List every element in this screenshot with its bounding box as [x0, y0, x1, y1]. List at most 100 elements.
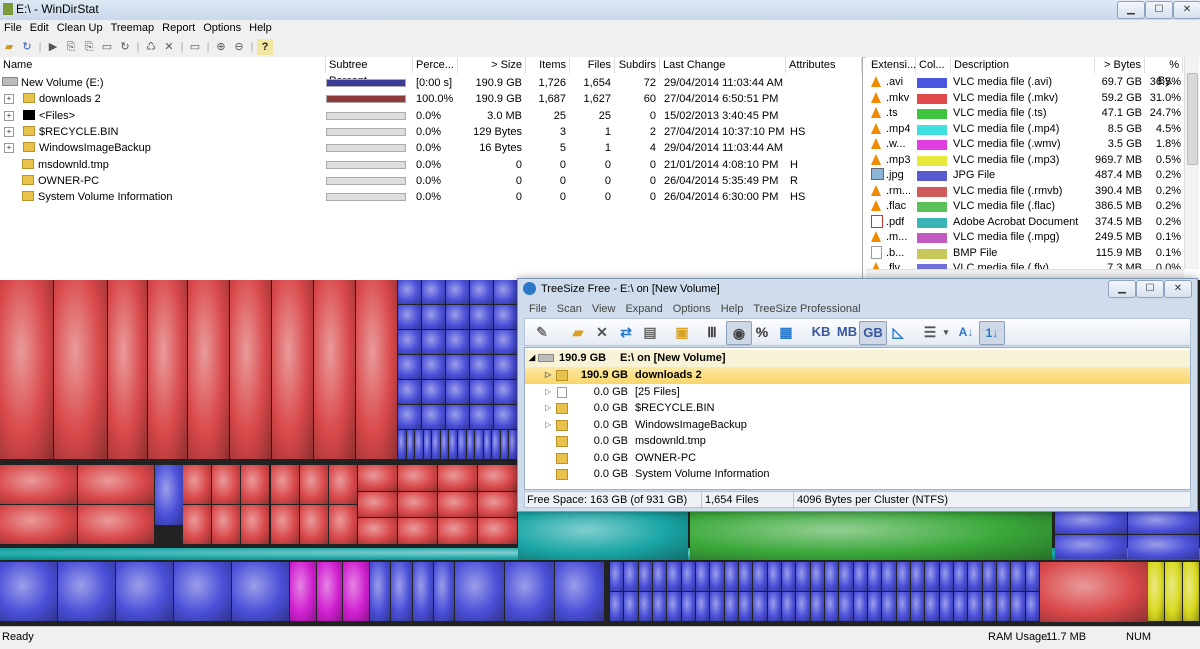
recycle-icon[interactable]: ♺ [143, 39, 159, 55]
treemap-cell[interactable] [782, 562, 796, 591]
refresh-all-icon[interactable]: ↻ [117, 39, 133, 55]
treemap-cell[interactable] [478, 465, 517, 491]
treemap-cell[interactable] [470, 330, 493, 354]
expand-icon[interactable]: + [4, 126, 14, 137]
refresh-icon[interactable]: ↻ [19, 39, 35, 55]
col-items[interactable]: Items [526, 57, 570, 73]
treemap-cell[interactable] [753, 562, 767, 591]
treemap-cell[interactable] [1055, 535, 1127, 559]
grid-view-icon[interactable]: ▦ [775, 321, 797, 343]
treemap-cell[interactable] [398, 280, 421, 304]
treemap-cell[interactable] [710, 592, 724, 621]
treemap-cell[interactable] [710, 562, 724, 591]
ts-folder-row[interactable]: ▷ 0.0 GB WindowsImageBackup [525, 417, 1190, 434]
treemap-cell[interactable] [470, 305, 493, 329]
extension-row[interactable]: .avi VLC media file (.avi) 69.7 GB 36.5% [866, 75, 1182, 91]
treemap-cell[interactable] [398, 355, 421, 379]
treemap-cell[interactable] [183, 465, 212, 504]
treemap-cell[interactable] [518, 510, 688, 560]
vertical-scrollbar[interactable] [1184, 57, 1199, 269]
treemap-cell[interactable] [356, 280, 397, 459]
tree-row[interactable]: + downloads 2 100.0% 190.9 GB 1,687 1,627 60 27… [0, 91, 860, 107]
treemap-cell[interactable] [494, 305, 517, 329]
treemap-cell[interactable] [455, 562, 504, 621]
treemap-cell[interactable] [188, 280, 229, 459]
treemap-cell[interactable] [1127, 535, 1199, 559]
scrollbar-thumb[interactable] [1187, 73, 1198, 165]
treemap-cell[interactable] [954, 562, 968, 591]
treemap-cell[interactable] [412, 562, 433, 621]
col-bytes[interactable]: > Bytes [1095, 57, 1145, 73]
treemap-cell[interactable] [610, 562, 624, 591]
treemap-cell[interactable] [77, 505, 154, 544]
tree-row[interactable]: New Volume (E:) [0:00 s] 190.9 GB 1,726 1,65… [0, 75, 860, 91]
treemap-cell[interactable] [739, 592, 753, 621]
treemap-cell[interactable] [968, 592, 982, 621]
treemap-cell[interactable] [470, 380, 493, 404]
percent-view-icon[interactable]: % [753, 321, 771, 343]
treemap-cell[interactable] [696, 562, 710, 591]
treemap-cell[interactable] [1165, 562, 1182, 621]
treemap-cell[interactable] [868, 592, 882, 621]
ts-menu-help[interactable]: Help [716, 301, 749, 317]
menu-treemap[interactable]: Treemap [107, 20, 159, 37]
ts-root-row[interactable]: ◢ 190.9 GB E:\ on [New Volume] [525, 350, 1190, 367]
treemap-cell[interactable] [494, 280, 517, 304]
treemap-cell[interactable] [982, 592, 996, 621]
expand-arrow-icon[interactable]: ▷ [545, 384, 551, 401]
treemap-cell[interactable] [0, 465, 77, 504]
ts-menu-view[interactable]: View [587, 301, 621, 317]
treemap-cell[interactable] [108, 280, 147, 459]
treemap-cell[interactable] [446, 330, 469, 354]
treemap-cell[interactable] [478, 491, 517, 518]
treemap-cell[interactable] [494, 330, 517, 354]
treemap-cell[interactable] [483, 430, 492, 459]
treemap-cell[interactable] [997, 592, 1011, 621]
extension-row[interactable]: .jpg JPG File 487.4 MB 0.2% [866, 168, 1182, 184]
zoom-out-icon[interactable]: ⊖ [231, 39, 247, 55]
menu-help[interactable]: Help [245, 20, 276, 37]
treemap-cell[interactable] [1025, 562, 1039, 591]
treemap-cell[interactable] [810, 562, 824, 591]
treemap-cell[interactable] [155, 465, 183, 525]
treemap-cell[interactable] [982, 562, 996, 591]
bar-view-icon[interactable]: Ⅲ [701, 321, 723, 343]
treemap-cell[interactable] [690, 510, 1052, 560]
ts-menu-treesize-pro[interactable]: TreeSize Professional [748, 301, 865, 317]
treemap-cell[interactable] [724, 562, 738, 591]
play-icon[interactable]: ▶ [45, 39, 61, 55]
treemap-cell[interactable] [422, 330, 445, 354]
treemap-cell[interactable] [0, 505, 77, 544]
treemap-cell[interactable] [212, 465, 241, 504]
size-view-icon[interactable]: ◉ [726, 321, 752, 345]
treemap-cell[interactable] [446, 380, 469, 404]
treemap-cell[interactable] [767, 562, 781, 591]
treemap-cell[interactable] [1055, 510, 1127, 534]
col-files[interactable]: Files [570, 57, 615, 73]
treemap-cell[interactable] [316, 562, 343, 621]
treemap-cell[interactable] [681, 562, 695, 591]
treemap-cell[interactable] [1040, 562, 1148, 622]
treemap-cell[interactable] [241, 505, 270, 544]
treemap-cell[interactable] [796, 592, 810, 621]
tree-row[interactable]: System Volume Information 0.0% 0 0 0 0 26/04/2… [0, 189, 860, 205]
treemap-cell[interactable] [422, 305, 445, 329]
menu-file[interactable]: File [0, 20, 26, 37]
treemap-cell[interactable] [1011, 592, 1025, 621]
treemap-cell[interactable] [470, 280, 493, 304]
col-name[interactable]: Name [0, 57, 326, 73]
treemap-cell[interactable] [290, 562, 316, 621]
treemap-cell[interactable] [610, 592, 624, 621]
treemap-cell[interactable] [505, 562, 554, 621]
open-icon[interactable]: ▰ [1, 39, 17, 55]
extension-row[interactable]: .b... BMP File 115.9 MB 0.1% [866, 245, 1182, 262]
treemap-cell[interactable] [896, 592, 910, 621]
treemap-cell[interactable] [500, 430, 509, 459]
treemap-cell[interactable] [358, 465, 397, 491]
details-icon[interactable]: ☰ [919, 321, 941, 343]
treemap-cell[interactable] [438, 518, 477, 544]
treemap-cell[interactable] [422, 405, 445, 429]
treemap-cell[interactable] [116, 562, 173, 621]
ts-folder-row[interactable]: ▷ 0.0 GB $RECYCLE.BIN [525, 400, 1190, 417]
expand-icon[interactable]: + [4, 143, 14, 154]
